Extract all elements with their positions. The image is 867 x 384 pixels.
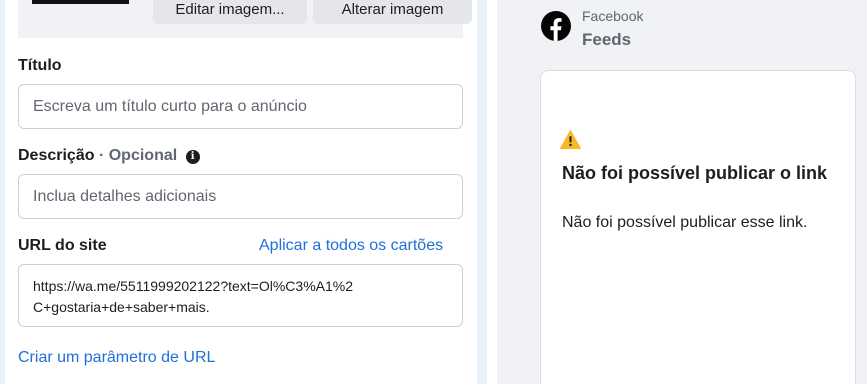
error-message: Não foi possível publicar esse link.: [562, 214, 808, 231]
panel-right-border: [477, 0, 487, 384]
warning-icon: [560, 130, 581, 149]
apply-to-all-cards-link[interactable]: Aplicar a todos os cartões: [259, 237, 443, 255]
description-label: Descrição · Opcional i: [18, 147, 200, 165]
platform-name: Facebook: [582, 8, 644, 24]
edit-image-button[interactable]: Editar imagem...: [153, 0, 307, 24]
placement-name: Feeds: [582, 30, 632, 49]
image-thumbnail: [32, 0, 129, 4]
info-icon[interactable]: i: [185, 150, 200, 164]
title-placeholder: Escreva um título curto para o anúncio: [33, 97, 307, 115]
error-title: Não foi possível publicar o link: [562, 163, 828, 183]
website-url-input[interactable]: https://wa.me/5511999202122?text=Ol%C3%A…: [18, 264, 463, 327]
create-url-parameter-link[interactable]: Criar um parâmetro de URL: [18, 349, 215, 367]
description-placeholder: Inclua detalhes adicionais: [33, 187, 217, 205]
title-label: Título: [18, 57, 62, 74]
description-label-text: Descrição: [18, 147, 95, 164]
facebook-icon: [541, 11, 571, 41]
change-image-button[interactable]: Alterar imagem: [313, 0, 472, 24]
website-url-value: https://wa.me/5511999202122?text=Ol%C3%A…: [33, 278, 354, 315]
ad-form-panel: Editar imagem... Alterar imagem Título E…: [0, 0, 480, 384]
optional-tag: · Opcional: [98, 147, 178, 164]
website-url-label: URL do site: [18, 237, 107, 254]
title-input[interactable]: Escreva um título curto para o anúncio: [18, 84, 463, 129]
description-input[interactable]: Inclua detalhes adicionais: [18, 174, 463, 219]
panel-left-border: [0, 0, 5, 384]
